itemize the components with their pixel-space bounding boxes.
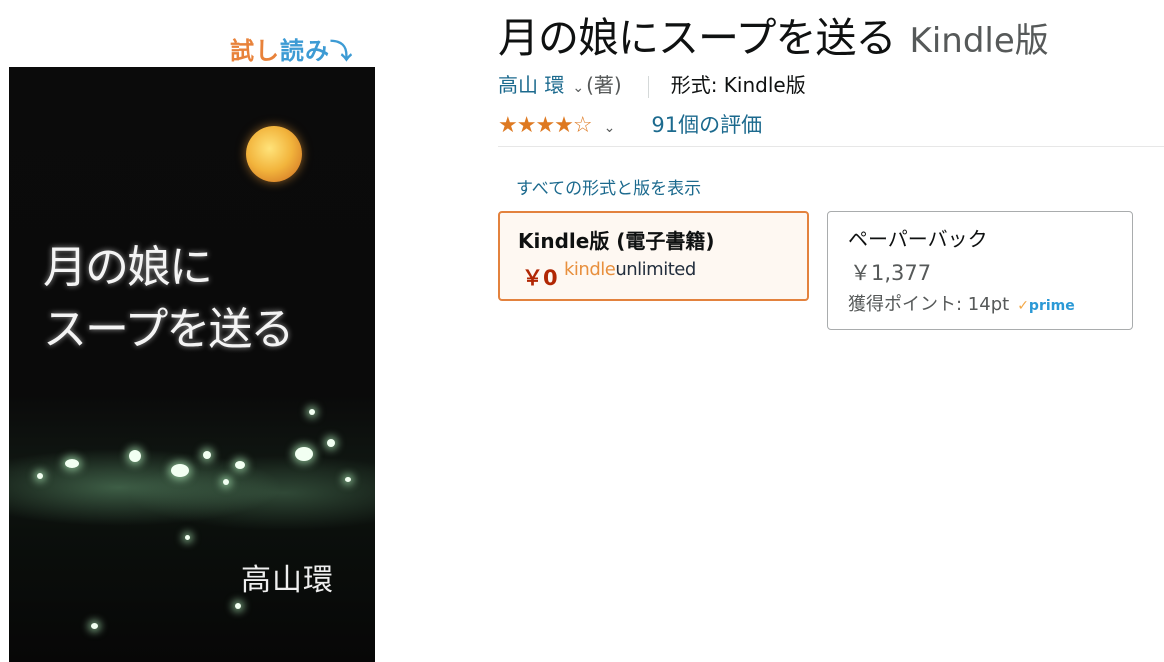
cover-title-line-2: スープを送る (43, 304, 294, 355)
format-card-paperback[interactable]: ペーパーバック ￥1,377 獲得ポイント: 14pt ✓prime (827, 211, 1133, 330)
curved-arrow-icon: ⤵ (330, 40, 354, 65)
star-rating-icon[interactable]: ★★★★☆ (498, 112, 593, 140)
city-light (295, 447, 313, 461)
points-text: 獲得ポイント: 14pt (848, 294, 1010, 315)
format-name: ペーパーバック (848, 227, 988, 251)
city-light (37, 473, 43, 479)
city-lights-glow (9, 427, 375, 537)
ratings-count-link[interactable]: 91個の評価 (651, 113, 762, 137)
product-title: 月の娘にスープを送る Kindle版 (498, 10, 1049, 75)
check-icon: ✓ (1017, 298, 1029, 314)
look-inside-label-b: 読み (280, 37, 330, 65)
city-light (235, 461, 245, 469)
kindle-unlimited-logo: kindleunlimited (564, 259, 696, 280)
format-points: 獲得ポイント: 14pt ✓prime (848, 290, 1075, 316)
cover-author: 高山環 (241, 563, 334, 598)
ratings-row: ★★★★☆ ⌄ 91個の評価 (498, 111, 762, 142)
product-title-format: Kindle版 (909, 21, 1049, 61)
city-light (129, 450, 141, 462)
cover-title: 月の娘に スープを送る (43, 237, 373, 361)
prime-label: prime (1028, 298, 1075, 314)
chevron-down-icon[interactable]: ⌄ (604, 120, 616, 136)
format-label: 形式: Kindle版 (670, 73, 806, 97)
look-inside-label-a: 試し (230, 37, 280, 65)
product-page: 試し読み⤵ 月の娘に スープを送る 高山環 月の娘にスープを送る Kindle版 … (0, 0, 1164, 662)
city-light (345, 477, 351, 482)
city-light (91, 623, 98, 629)
format-card-kindle[interactable]: Kindle版 (電子書籍) ￥0 kindleunlimited (498, 211, 809, 301)
prime-badge: ✓prime (1017, 298, 1075, 314)
city-light (203, 451, 211, 459)
byline: 高山 環 ⌄ (著) 形式: Kindle版 (498, 71, 806, 102)
all-formats-link[interactable]: すべての形式と版を表示 (516, 174, 701, 199)
city-light (65, 459, 79, 468)
byline-divider (647, 75, 649, 98)
author-role: (著) (586, 73, 622, 97)
format-price: ￥1,377 (850, 261, 932, 285)
look-inside-link[interactable]: 試し読み⤵ (230, 36, 353, 68)
city-light (171, 464, 189, 477)
kindle-unlimited-logo-a: kindle (564, 259, 616, 280)
moon-graphic (246, 126, 302, 182)
city-light (185, 535, 190, 540)
city-light (235, 603, 241, 609)
author-link[interactable]: 高山 環 (498, 73, 564, 97)
city-light (327, 439, 335, 447)
format-name: Kindle版 (電子書籍) (518, 229, 715, 253)
format-price: ￥0 (522, 266, 558, 290)
cover-title-line-1: 月の娘に (43, 242, 213, 293)
section-divider (498, 146, 1164, 147)
chevron-down-icon[interactable]: ⌄ (572, 80, 584, 96)
city-light (223, 479, 229, 485)
book-cover-image[interactable]: 月の娘に スープを送る 高山環 (9, 67, 375, 662)
kindle-unlimited-logo-b: unlimited (615, 259, 696, 280)
product-title-text: 月の娘にスープを送る (498, 14, 897, 62)
city-light (309, 409, 315, 415)
